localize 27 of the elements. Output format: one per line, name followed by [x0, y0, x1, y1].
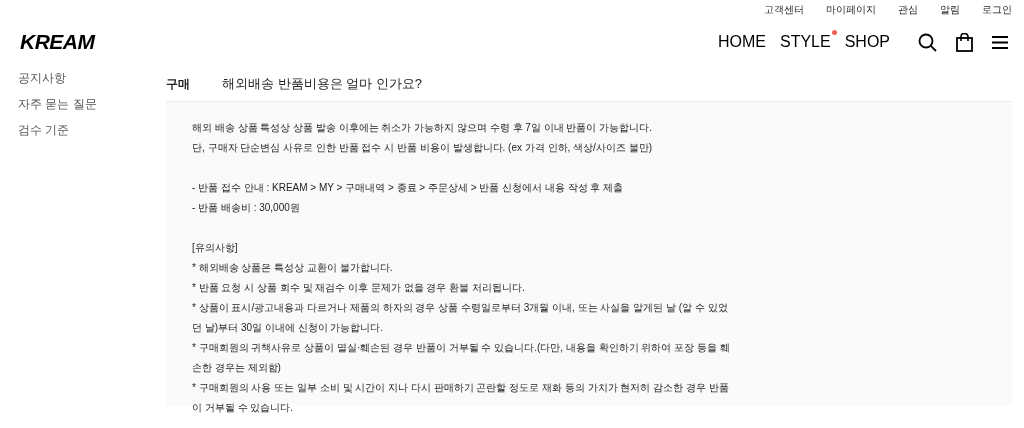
top-link[interactable]: 알림 — [940, 3, 960, 17]
answer-text: - 반품 배송비 : 30,000원 — [192, 201, 301, 215]
search-icon[interactable] — [918, 32, 937, 52]
answer-text: * 구매회원의 귀책사유로 상품이 멸실·훼손된 경우 반품이 거부될 수 있습니다.(다만, 내용을 확인하기 위하여 포장 등을 훼손한 경우는 제외함) — [192, 341, 731, 375]
answer-text: - 반품 접수 안내 : KREAM > MY > 구매내역 > 종료 > 주문상세 > 반품 신청에서 내용 작성 후 제출 — [192, 181, 625, 195]
sidebar-item[interactable]: 자주 묻는 질문 — [18, 96, 166, 113]
answer-text: * 구매회원의 사용 또는 일부 소비 및 시간이 지나 다시 판매하기 곤란할 정도로 재화 등의 가치가 현저히 감소한 경우 반품이 거부될 수 있습니다. — [192, 381, 730, 415]
answer-text: 단, 구매자 단순변심 사유로 인한 반품 접수 시 반품 비용이 발생합니다. (ex 가격 인하, 색상/사이즈 불만) — [192, 141, 653, 155]
shopping-bag-icon[interactable] — [956, 32, 973, 52]
top-link[interactable]: 로그인 — [982, 3, 1012, 17]
answer-text: [유의사항] — [192, 241, 239, 255]
menu-icon[interactable] — [992, 35, 1008, 49]
faq-question[interactable]: 해외배송 반품비용은 얼마 인가요? — [222, 75, 423, 93]
answer-text: * 반품 요청 시 상품 회수 및 재검수 이후 문제가 없을 경우 환불 처리됩니다. — [192, 281, 526, 295]
top-link[interactable]: 마이페이지 — [826, 3, 876, 17]
nav-link[interactable]: STYLE — [779, 33, 831, 51]
nav-link[interactable]: SHOP — [844, 33, 890, 51]
faq-category: 구매 — [166, 75, 191, 93]
nav-link[interactable]: HOME — [717, 33, 766, 51]
answer-text: * 해외배송 상품은 특성상 교환이 불가합니다. — [192, 261, 394, 275]
answer-text: 해외 배송 상품 특성상 상품 발송 이후에는 취소가 가능하지 않으며 수령 후 7일 이내 반품이 가능합니다. — [192, 121, 653, 135]
sidebar-item[interactable]: 검수 기준 — [18, 122, 166, 139]
answer-text: * 상품이 표시/광고내용과 다르거나 제품의 하자의 경우 상품 수령일로부터 3개월 이내, 또는 사실을 알게된 날 (알 수 있었던 날)부터 30일 이내에 신청이 가능합니다. — [192, 301, 729, 335]
top-link[interactable]: 관심 — [898, 3, 918, 17]
logo[interactable]: KREAM — [20, 30, 95, 54]
top-link[interactable]: 고객센터 — [764, 3, 804, 17]
sidebar-item[interactable]: 공지사항 — [18, 70, 166, 87]
